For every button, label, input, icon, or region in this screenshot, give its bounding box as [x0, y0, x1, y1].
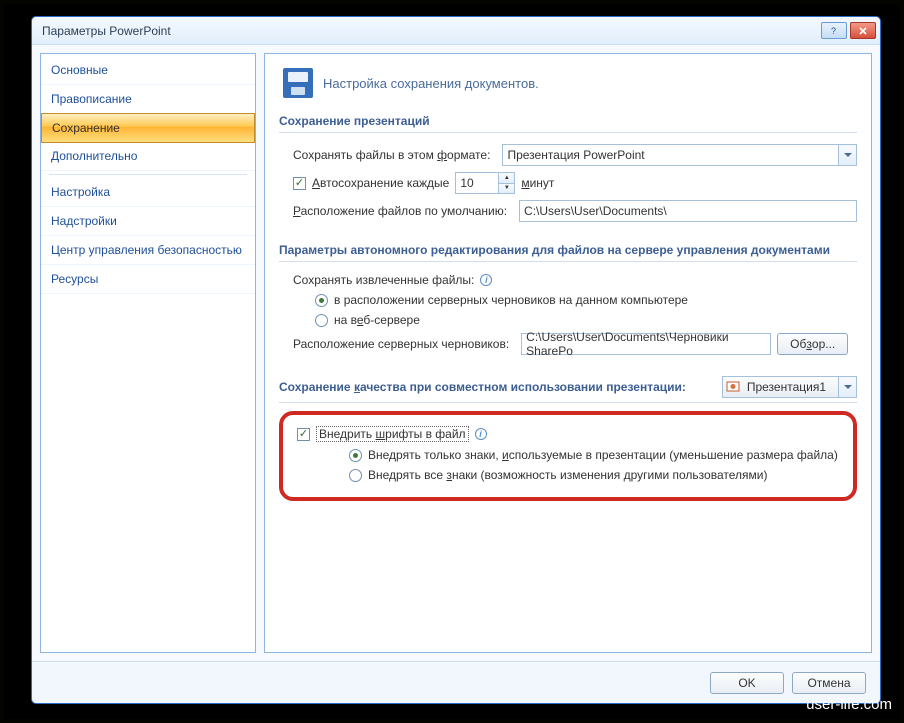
- label-embed-all: Внедрять все знаки (возможность изменени…: [368, 468, 767, 482]
- row-autosave: ✓ Автосохранение каждые 10 ▲ ▼: [279, 169, 857, 197]
- sidebar-item-proofing[interactable]: Правописание: [41, 85, 255, 114]
- drafts-location-value: C:\Users\User\Documents\Черновики ShareP…: [526, 330, 766, 358]
- presentation-picker[interactable]: Презентация1: [722, 376, 857, 398]
- chevron-down-icon: [838, 377, 856, 397]
- radio-embed-used-chars[interactable]: [349, 449, 362, 462]
- browse-button[interactable]: Обзор...: [777, 333, 848, 355]
- content-panel: Настройка сохранения документов. Сохране…: [264, 53, 872, 653]
- select-save-format-value: Презентация PowerPoint: [507, 148, 644, 162]
- category-sidebar: Основные Правописание Сохранение Дополни…: [40, 53, 256, 653]
- svg-text:?: ?: [831, 26, 836, 36]
- spinner-up[interactable]: ▲: [499, 173, 514, 184]
- label-embed-fonts: Внедрить шрифты в файл: [316, 426, 469, 442]
- label-extracted: Сохранять извлеченные файлы:: [293, 273, 474, 287]
- input-drafts-location[interactable]: C:\Users\User\Documents\Черновики ShareP…: [521, 333, 771, 355]
- sidebar-item-trustcenter[interactable]: Центр управления безопасностью: [41, 236, 255, 265]
- options-dialog: Параметры PowerPoint ? Основные Правопис…: [31, 16, 881, 704]
- input-default-location[interactable]: C:\Users\User\Documents\: [519, 200, 857, 222]
- section-title-quality: Сохранение качества при совместном испол…: [279, 372, 857, 403]
- chevron-down-icon: [838, 145, 856, 165]
- screenshot-frame: Параметры PowerPoint ? Основные Правопис…: [0, 0, 904, 723]
- presentation-icon: [723, 380, 743, 394]
- sidebar-item-general[interactable]: Основные: [41, 56, 255, 85]
- sidebar-item-customize[interactable]: Настройка: [41, 178, 255, 207]
- presentation-name: Презентация1: [743, 380, 838, 394]
- row-save-format: Сохранять файлы в этом формате: Презента…: [279, 141, 857, 169]
- spinner-down[interactable]: ▼: [499, 184, 514, 194]
- row-extracted-label: Сохранять извлеченные файлы: i: [279, 270, 857, 290]
- spinner-control: ▲ ▼: [498, 173, 514, 193]
- content-header: Настройка сохранения документов.: [279, 64, 857, 110]
- close-button[interactable]: [850, 22, 876, 39]
- label-save-format: Сохранять файлы в этом формате:: [293, 148, 490, 162]
- sidebar-item-addins[interactable]: Надстройки: [41, 207, 255, 236]
- radio-local-drafts[interactable]: [315, 294, 328, 307]
- info-icon[interactable]: i: [480, 274, 492, 286]
- window-controls: ?: [821, 22, 876, 39]
- sidebar-item-save[interactable]: Сохранение: [41, 113, 255, 143]
- sidebar-item-resources[interactable]: Ресурсы: [41, 265, 255, 294]
- radio-embed-all-chars[interactable]: [349, 469, 362, 482]
- save-floppy-icon: [283, 68, 313, 98]
- titlebar: Параметры PowerPoint ?: [32, 17, 880, 45]
- label-default-location: Расположение файлов по умолчанию:: [293, 204, 507, 218]
- checkbox-autosave[interactable]: ✓: [293, 177, 306, 190]
- radio-web-server[interactable]: [315, 314, 328, 327]
- label-radio-local: в расположении серверных черновиков на д…: [334, 293, 688, 307]
- row-embed-used: Внедрять только знаки, используемые в пр…: [293, 445, 843, 465]
- label-minutes: минут: [521, 176, 554, 190]
- section-quality: Сохранение качества при совместном испол…: [279, 372, 857, 501]
- autosave-value: 10: [460, 176, 473, 190]
- row-embed-fonts: ✓ Внедрить шрифты в файл i: [293, 423, 843, 445]
- window-title: Параметры PowerPoint: [42, 24, 821, 38]
- row-radio-web: на веб-сервере: [279, 310, 857, 330]
- help-button[interactable]: ?: [821, 22, 847, 39]
- sidebar-item-advanced[interactable]: Дополнительно: [41, 142, 255, 171]
- content-header-text: Настройка сохранения документов.: [323, 76, 539, 91]
- cancel-button[interactable]: Отмена: [792, 672, 866, 694]
- embed-fonts-highlight: ✓ Внедрить шрифты в файл i Внедрять толь…: [279, 411, 857, 501]
- row-radio-local: в расположении серверных черновиков на д…: [279, 290, 857, 310]
- label-autosave: Автосохранение каждые: [312, 176, 449, 190]
- select-save-format[interactable]: Презентация PowerPoint: [502, 144, 857, 166]
- ok-button[interactable]: OK: [710, 672, 784, 694]
- info-icon[interactable]: i: [475, 428, 487, 440]
- section-offline-editing: Параметры автономного редактирования для…: [279, 239, 857, 358]
- dialog-footer: OK Отмена: [32, 661, 880, 703]
- section-title-offline: Параметры автономного редактирования для…: [279, 239, 857, 262]
- row-default-location: Расположение файлов по умолчанию: C:\Use…: [279, 197, 857, 225]
- label-radio-web: на веб-сервере: [334, 313, 420, 327]
- checkbox-embed-fonts[interactable]: ✓: [297, 428, 310, 441]
- sidebar-separator: [49, 174, 247, 175]
- dialog-body: Основные Правописание Сохранение Дополни…: [32, 45, 880, 661]
- section-title-save: Сохранение презентаций: [279, 110, 857, 133]
- row-embed-all: Внедрять все знаки (возможность изменени…: [293, 465, 843, 485]
- label-drafts-location: Расположение серверных черновиков:: [293, 337, 509, 351]
- label-embed-used: Внедрять только знаки, используемые в пр…: [368, 448, 838, 462]
- row-drafts-location: Расположение серверных черновиков: C:\Us…: [279, 330, 857, 358]
- watermark: user-life.com: [806, 696, 892, 713]
- section-save-presentations: Сохранение презентаций Сохранять файлы в…: [279, 110, 857, 225]
- default-location-value: C:\Users\User\Documents\: [524, 204, 667, 218]
- input-autosave-minutes[interactable]: 10 ▲ ▼: [455, 172, 515, 194]
